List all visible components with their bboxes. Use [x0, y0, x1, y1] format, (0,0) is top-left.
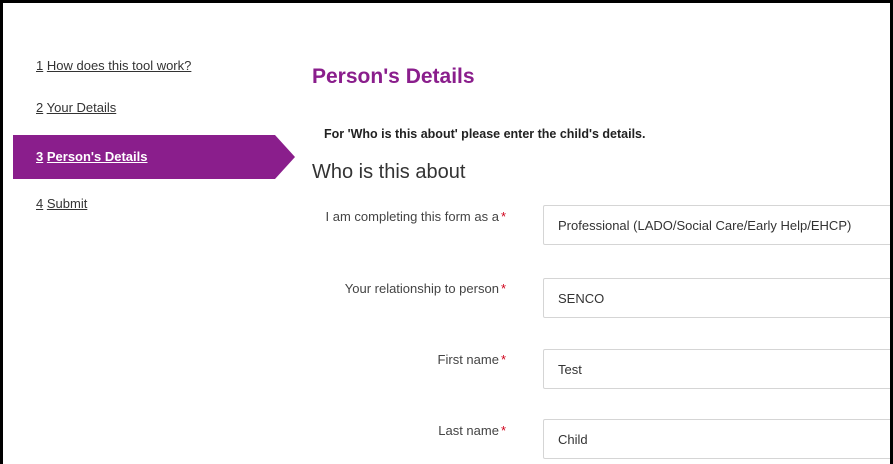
field-label-text: First name	[437, 352, 499, 367]
section-heading: Who is this about	[312, 161, 466, 183]
nav-step-submit[interactable]: 4 Submit	[13, 189, 295, 218]
required-marker: *	[500, 423, 506, 438]
nav-step-label: Submit	[46, 196, 88, 211]
first-name-field[interactable]	[543, 349, 890, 389]
nav-step-number: 4	[36, 196, 44, 211]
field-label-text: I am completing this form as a	[325, 209, 499, 224]
nav-step-how-it-works[interactable]: 1 How does this tool work?	[13, 51, 295, 80]
nav-step-number: 1	[36, 58, 44, 73]
field-label-text: Your relationship to person	[344, 281, 499, 296]
nav-step-label: Your Details	[46, 100, 117, 115]
page-title: Person's Details	[312, 65, 475, 88]
step-navigation: 1 How does this tool work? 2 Your Detail…	[13, 51, 295, 231]
completing-as-field[interactable]	[543, 205, 890, 245]
form-area: Person's Details For 'Who is this about'…	[310, 3, 890, 464]
nav-step-label: Person's Details	[46, 149, 148, 164]
relationship-label: Your relationship to person *	[306, 279, 506, 299]
required-marker: *	[500, 209, 506, 224]
completing-as-label: I am completing this form as a *	[306, 207, 506, 227]
instruction-notice: For 'Who is this about' please enter the…	[324, 127, 646, 141]
required-marker: *	[500, 281, 506, 296]
last-name-field[interactable]	[543, 419, 890, 459]
first-name-label: First name *	[306, 350, 506, 370]
last-name-label: Last name *	[306, 421, 506, 441]
nav-step-number: 2	[36, 100, 44, 115]
nav-step-label: How does this tool work?	[46, 58, 192, 73]
required-marker: *	[500, 352, 506, 367]
nav-step-persons-details[interactable]: 3 Person's Details	[13, 135, 295, 179]
field-label-text: Last name	[438, 423, 499, 438]
nav-step-your-details[interactable]: 2 Your Details	[13, 93, 295, 122]
nav-step-number: 3	[36, 149, 44, 164]
app-window: 1 How does this tool work? 2 Your Detail…	[0, 0, 893, 464]
relationship-field[interactable]	[543, 278, 890, 318]
